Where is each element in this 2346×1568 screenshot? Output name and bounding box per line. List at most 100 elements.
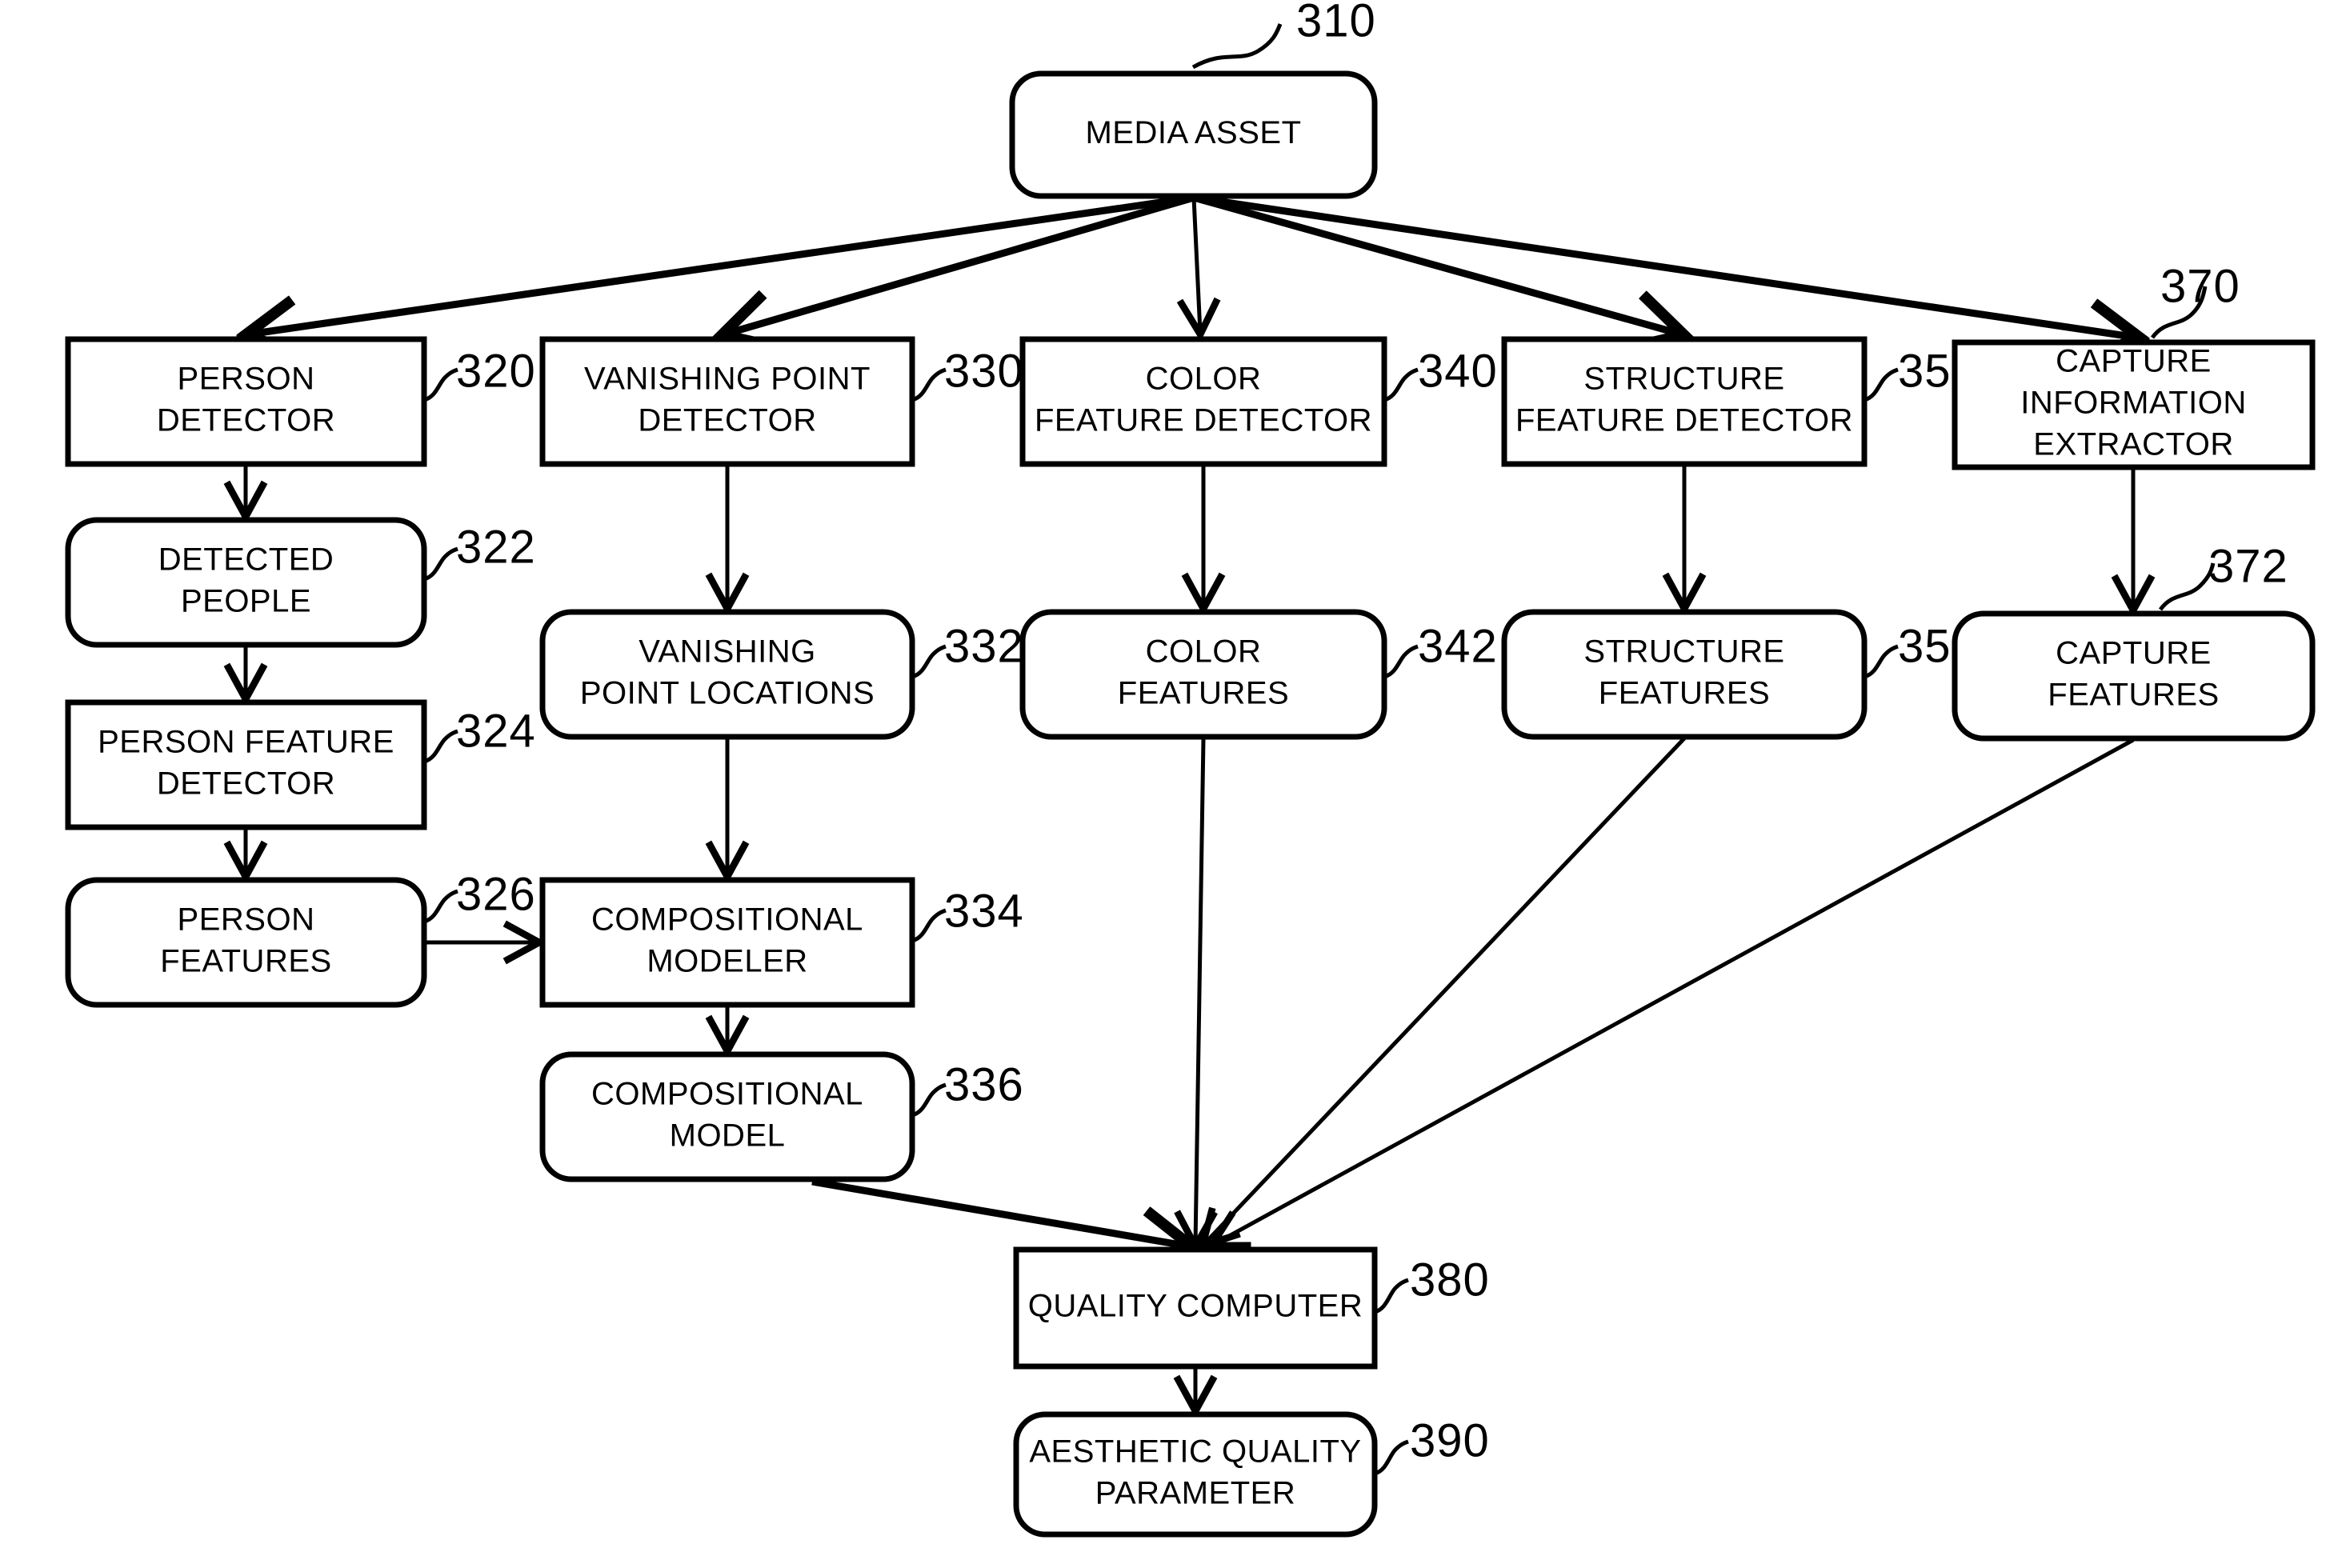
node-shape-structure_features	[1501, 609, 1868, 740]
node-label-person_feature_detector: PERSON FEATURE	[98, 725, 394, 760]
node-structure_feature_detector[interactable]: STRUCTUREFEATURE DETECTOR350	[1501, 336, 1978, 467]
node-label-capture_features: FEATURES	[2048, 678, 2219, 713]
node-shape-vanishing_point_detector	[539, 336, 915, 467]
edge-media-to-person	[248, 194, 1195, 334]
reference-numeral-342: 342	[1418, 620, 1498, 672]
leader-322	[423, 546, 458, 582]
leader-334	[911, 908, 947, 943]
leader-326	[423, 889, 458, 924]
edge-media-to-color	[1194, 197, 1200, 333]
node-compositional_model[interactable]: COMPOSITIONAL MODEL 336	[539, 1051, 1024, 1182]
leader-372	[2158, 562, 2216, 611]
node-label-quality_computer: QUALITY COMPUTER	[1028, 1289, 1363, 1324]
leader-320	[423, 367, 458, 402]
flowchart-canvas: MEDIA ASSET 310 PERSON DETECTOR 320 DETECTED P…	[0, 0, 2346, 1568]
node-label-person_detector: DETECTOR	[157, 403, 335, 438]
reference-numeral-330: 330	[944, 345, 1024, 397]
node-shape-compositional_modeler	[539, 877, 915, 1008]
node-label-capture_information_extractor: EXTRACTOR	[2033, 427, 2233, 462]
node-label-aesthetic_quality_parameter: AESTHETIC QUALITY	[1029, 1434, 1361, 1470]
reference-numeral-340: 340	[1418, 345, 1498, 397]
node-vanishing_point_detector[interactable]: VANISHING POINT DETECTOR 330	[539, 336, 1024, 467]
node-shape-color_features	[1019, 609, 1387, 740]
leader-390	[1374, 1439, 1409, 1476]
node-detected_people[interactable]: DETECTED PEOPLE 322	[65, 517, 536, 648]
reference-numeral-334: 334	[944, 885, 1024, 937]
node-label-vanishing_point_locations: POINT LOCATIONS	[580, 676, 875, 711]
leader-380	[1374, 1278, 1409, 1314]
node-label-vanishing_point_detector: DETECTOR	[638, 403, 816, 438]
node-label-color_features: FEATURES	[1118, 676, 1289, 711]
node-label-compositional_modeler: COMPOSITIONAL	[591, 902, 863, 938]
node-label-vanishing_point_detector: VANISHING POINT	[584, 362, 871, 397]
edge-media-to-structure	[1192, 194, 1682, 334]
node-label-person_detector: PERSON	[178, 362, 315, 397]
node-structure_features[interactable]: STRUCTUREFEATURES352	[1501, 609, 1978, 740]
node-label-capture_features: CAPTURE	[2056, 636, 2212, 671]
node-label-color_feature_detector: COLOR	[1146, 362, 1262, 397]
node-media_asset[interactable]: MEDIA ASSET 310	[1009, 0, 1378, 199]
edge-group-converge-quality	[811, 737, 2135, 1246]
node-label-compositional_model: COMPOSITIONAL	[591, 1077, 863, 1112]
leader-330	[911, 367, 947, 402]
node-layer: MEDIA ASSET 310 PERSON DETECTOR 320 DETECTED P…	[65, 0, 2316, 1538]
node-label-person_features: FEATURES	[160, 944, 331, 979]
leader-310	[1191, 23, 1283, 70]
node-label-media_asset: MEDIA ASSET	[1085, 115, 1301, 150]
reference-numeral-370: 370	[2160, 260, 2240, 312]
reference-numeral-324: 324	[456, 705, 536, 757]
leader-350	[1864, 367, 1899, 402]
node-color_features[interactable]: COLOR FEATURES 342	[1019, 609, 1498, 740]
reference-numeral-326: 326	[456, 868, 536, 920]
node-shape-person_features	[65, 877, 427, 1008]
node-shape-compositional_model	[539, 1051, 915, 1182]
node-color_feature_detector[interactable]: COLOR FEATURE DETECTOR 340	[1019, 336, 1498, 467]
node-label-structure_feature_detector: STRUCTURE	[1583, 362, 1784, 397]
edge-color-features-to-quality	[1195, 738, 1203, 1245]
edge-capture-features-to-quality	[1213, 738, 2135, 1245]
node-label-detected_people: DETECTED	[158, 542, 334, 578]
node-label-detected_people: PEOPLE	[181, 584, 311, 619]
node-capture_information_extractor[interactable]: CAPTURE INFORMATION EXTRACTOR 370	[1952, 260, 2316, 470]
reference-numeral-336: 336	[944, 1058, 1024, 1110]
node-shape-person_detector	[65, 336, 427, 467]
node-shape-person_feature_detector	[65, 699, 427, 830]
edge-compositional-model-to-quality	[811, 1178, 1190, 1246]
edge-media-to-vanishing	[724, 194, 1195, 334]
edge-structure-features-to-quality	[1203, 737, 1686, 1245]
node-shape-capture_features	[1952, 610, 2316, 742]
node-label-structure_features: FEATURES	[1599, 676, 1770, 711]
node-label-color_features: COLOR	[1146, 634, 1262, 670]
edge-media-to-capture	[1193, 194, 2138, 338]
node-shape-aesthetic_quality_parameter	[1013, 1411, 1378, 1538]
node-label-vanishing_point_locations: VANISHING	[639, 634, 816, 670]
leader-340	[1383, 367, 1419, 402]
node-compositional_modeler[interactable]: COMPOSITIONAL MODELER 334	[539, 877, 1024, 1008]
node-quality_computer[interactable]: QUALITY COMPUTER 380	[1013, 1246, 1490, 1370]
leader-324	[423, 729, 458, 764]
leader-336	[911, 1082, 947, 1118]
node-label-structure_feature_detector: FEATURE DETECTOR	[1515, 403, 1853, 438]
node-person_features[interactable]: PERSON FEATURES 326	[65, 868, 536, 1008]
node-person_feature_detector[interactable]: PERSON FEATURE DETECTOR 324	[65, 699, 536, 830]
reference-numeral-390: 390	[1410, 1414, 1490, 1466]
node-vanishing_point_locations[interactable]: VANISHING POINT LOCATIONS 332	[539, 609, 1024, 740]
reference-numeral-372: 372	[2208, 540, 2288, 592]
node-label-structure_features: STRUCTURE	[1583, 634, 1784, 670]
reference-numeral-320: 320	[456, 345, 536, 397]
leader-352	[1864, 644, 1899, 679]
node-aesthetic_quality_parameter[interactable]: AESTHETIC QUALITY PARAMETER 390	[1013, 1411, 1490, 1538]
edge-group-fanout	[248, 194, 2138, 338]
node-label-aesthetic_quality_parameter: PARAMETER	[1095, 1476, 1295, 1511]
node-label-compositional_modeler: MODELER	[647, 944, 807, 979]
node-label-capture_information_extractor: CAPTURE	[2056, 344, 2212, 379]
leader-342	[1383, 644, 1419, 679]
node-label-person_features: PERSON	[178, 902, 315, 938]
flowchart-svg: MEDIA ASSET 310 PERSON DETECTOR 320 DETECTED P…	[65, 0, 2316, 1538]
node-shape-detected_people	[65, 517, 427, 648]
reference-numeral-322: 322	[456, 521, 536, 573]
node-person_detector[interactable]: PERSON DETECTOR 320	[65, 336, 536, 467]
leader-332	[911, 644, 947, 679]
reference-numeral-332: 332	[944, 620, 1024, 672]
node-label-color_feature_detector: FEATURE DETECTOR	[1035, 403, 1372, 438]
